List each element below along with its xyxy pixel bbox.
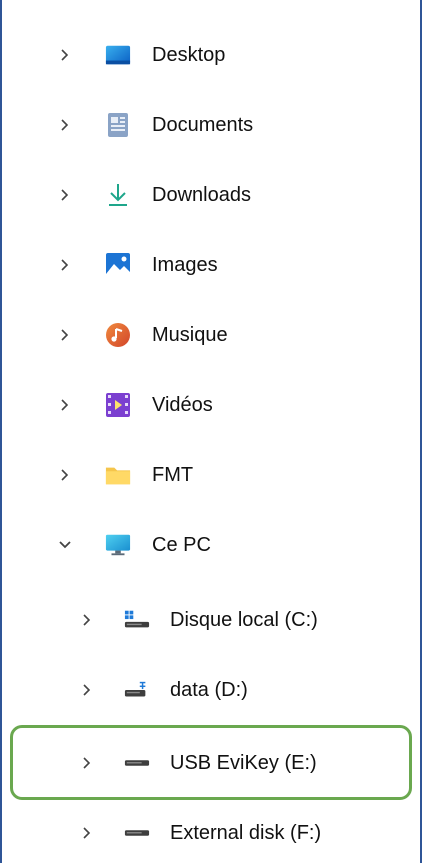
tree-item-usb-evikey-e[interactable]: USB EviKey (E:): [2, 738, 420, 788]
monitor-icon: [105, 532, 131, 558]
chevron-right-icon[interactable]: [56, 46, 74, 64]
chevron-down-icon[interactable]: [56, 536, 74, 554]
tree-item-ce-pc[interactable]: Ce PC: [2, 520, 420, 570]
windows-drive-icon: [124, 607, 150, 633]
tree-item-label: Images: [152, 254, 218, 276]
tree-item-label: Downloads: [152, 184, 251, 206]
tree-item-data-d[interactable]: data (D:): [2, 665, 420, 715]
download-arrow-icon: [105, 182, 131, 208]
tree-item-disque-local-c[interactable]: Disque local (C:): [2, 595, 420, 645]
tree-item-label: Vidéos: [152, 394, 213, 416]
tree-item-fmt[interactable]: FMT: [2, 450, 420, 500]
tree-item-label: USB EviKey (E:): [170, 752, 317, 774]
usb-drive-icon: [124, 750, 150, 776]
chevron-right-icon[interactable]: [56, 326, 74, 344]
videos-folder-icon: [105, 392, 131, 418]
external-drive-icon: [124, 820, 150, 846]
folder-icon: [105, 462, 131, 488]
chevron-right-icon[interactable]: [56, 186, 74, 204]
chevron-right-icon[interactable]: [56, 256, 74, 274]
network-drive-icon: [124, 677, 150, 703]
tree-item-label: FMT: [152, 464, 194, 486]
tree-item-musique[interactable]: Musique: [2, 310, 420, 360]
tree-item-label: Ce PC: [152, 534, 211, 556]
chevron-right-icon[interactable]: [78, 681, 96, 699]
tree-item-desktop[interactable]: Desktop: [2, 30, 420, 80]
navigation-pane: Desktop Documents Downloads Images Musiq…: [0, 0, 422, 863]
chevron-right-icon[interactable]: [56, 396, 74, 414]
chevron-right-icon[interactable]: [78, 754, 96, 772]
tree-item-label: External disk (F:): [170, 822, 322, 844]
pictures-folder-icon: [105, 252, 131, 278]
documents-folder-icon: [105, 112, 131, 138]
tree-item-label: Musique: [152, 324, 228, 346]
tree-item-videos[interactable]: Vidéos: [2, 380, 420, 430]
chevron-right-icon[interactable]: [78, 611, 96, 629]
tree-item-label: Documents: [152, 114, 254, 136]
tree-item-downloads[interactable]: Downloads: [2, 170, 420, 220]
music-icon: [105, 322, 131, 348]
tree-item-documents[interactable]: Documents: [2, 100, 420, 150]
chevron-right-icon[interactable]: [56, 466, 74, 484]
tree-item-external-disk-f[interactable]: External disk (F:): [2, 808, 420, 858]
tree-item-label: Desktop: [152, 44, 226, 66]
tree-item-label: Disque local (C:): [170, 609, 318, 631]
chevron-right-icon[interactable]: [56, 116, 74, 134]
desktop-folder-icon: [105, 42, 131, 68]
tree-item-label: data (D:): [170, 679, 248, 701]
chevron-right-icon[interactable]: [78, 824, 96, 842]
tree-item-images[interactable]: Images: [2, 240, 420, 290]
